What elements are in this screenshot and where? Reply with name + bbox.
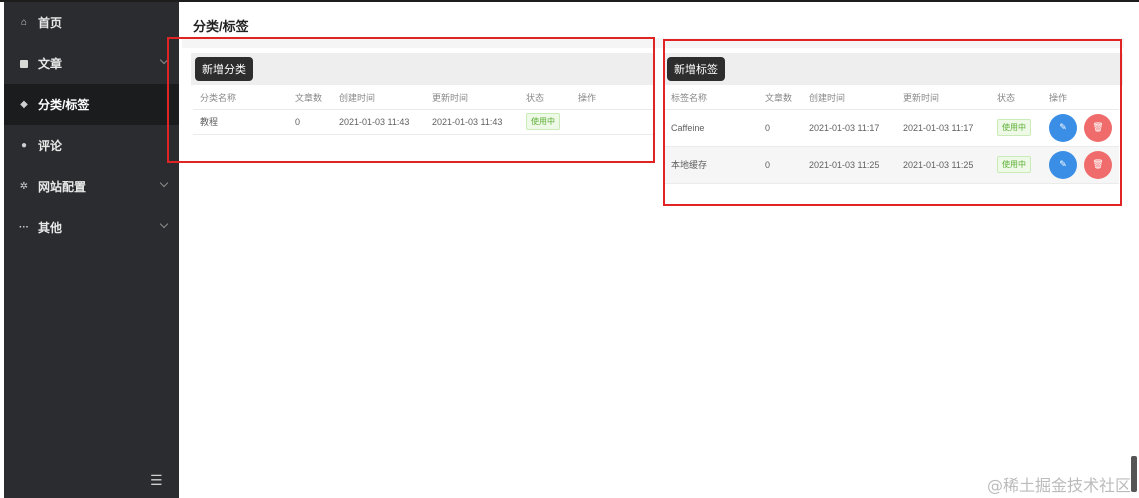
edit-button[interactable]: ✎ <box>1049 113 1077 142</box>
pencil-icon: ✎ <box>1059 159 1067 169</box>
column-header: 操作 <box>571 86 653 110</box>
table-row[interactable]: Caffeine 0 2021-01-03 11:17 2021-01-03 1… <box>664 109 1119 147</box>
chevron-down-icon <box>159 219 169 229</box>
chevron-down-icon <box>159 55 169 65</box>
watermark: @稀土掘金技术社区 <box>986 476 1131 495</box>
column-header[interactable]: 文章数 <box>288 86 332 110</box>
tag-icon: ◆ <box>20 99 28 110</box>
scrollbar-thumb[interactable] <box>1131 456 1137 492</box>
edit-button[interactable]: ✎ <box>1049 150 1077 179</box>
sidebar-item-label: 分类/标签 <box>38 98 90 112</box>
comment-icon: ● <box>20 140 28 151</box>
more-icon: ··· <box>19 222 29 233</box>
updated-time: 2021-01-03 11:43 <box>425 109 519 135</box>
table-header-row: 标签名称 文章数 创建时间 更新时间 状态 操作 <box>664 86 1119 110</box>
status-badge: 使用中 <box>997 156 1031 173</box>
home-icon: ⌂ <box>20 17 28 28</box>
column-header[interactable]: 状态 <box>990 86 1042 110</box>
created-time: 2021-01-03 11:43 <box>332 109 425 135</box>
category-toolbar <box>191 53 653 85</box>
column-header[interactable]: 更新时间 <box>896 86 990 110</box>
tag-name: Caffeine <box>664 109 758 147</box>
article-count: 0 <box>288 109 332 135</box>
created-time: 2021-01-03 11:17 <box>802 109 896 147</box>
category-table: 分类名称 文章数 创建时间 更新时间 状态 操作 教程 0 2021-01-03… <box>193 86 653 135</box>
status-cell: 使用中 <box>519 109 571 135</box>
column-header[interactable]: 状态 <box>519 86 571 110</box>
column-header[interactable]: 创建时间 <box>802 86 896 110</box>
column-header[interactable]: 标签名称 <box>664 86 758 110</box>
article-count: 0 <box>758 109 802 147</box>
sidebar-item-other[interactable]: ··· 其他 <box>4 207 179 248</box>
category-name: 教程 <box>193 109 288 135</box>
sidebar-item-label: 文章 <box>38 57 63 71</box>
table-header-row: 分类名称 文章数 创建时间 更新时间 状态 操作 <box>193 86 653 110</box>
trash-icon: 🗑 <box>1092 122 1104 132</box>
sidebar-item-label: 首页 <box>38 16 63 30</box>
table-row[interactable]: 教程 0 2021-01-03 11:43 2021-01-03 11:43 使… <box>193 109 653 135</box>
created-time: 2021-01-03 11:25 <box>802 146 896 184</box>
tag-name: 本地缓存 <box>664 146 758 184</box>
chevron-down-icon <box>159 178 169 188</box>
actions-cell: ✎ 🗑 <box>1042 146 1119 184</box>
status-cell: 使用中 <box>990 146 1042 184</box>
delete-button[interactable]: 🗑 <box>1084 113 1112 142</box>
sidebar-item-comments[interactable]: ● 评论 <box>4 125 179 166</box>
column-header[interactable]: 分类名称 <box>193 86 288 110</box>
page-title: 分类/标签 <box>193 19 249 34</box>
actions-cell: ✎ 🗑 <box>1042 109 1119 147</box>
tag-toolbar <box>664 53 1123 85</box>
app-window: ⌂ 首页 文章 ◆ 分类/标签 ● 评论 ✲ 网站配置 ··· 其他 ☰ 分类/… <box>0 0 1139 498</box>
actions-cell <box>571 109 653 135</box>
table-row[interactable]: 本地缓存 0 2021-01-03 11:25 2021-01-03 11:25… <box>664 146 1119 184</box>
status-cell: 使用中 <box>990 109 1042 147</box>
updated-time: 2021-01-03 11:25 <box>896 146 990 184</box>
sidebar-item-category-tag[interactable]: ◆ 分类/标签 <box>4 84 179 125</box>
sidebar-item-articles[interactable]: 文章 <box>4 43 179 84</box>
updated-time: 2021-01-03 11:17 <box>896 109 990 147</box>
status-badge: 使用中 <box>526 113 560 130</box>
tag-table: 标签名称 文章数 创建时间 更新时间 状态 操作 Caffeine 0 2021… <box>664 86 1119 184</box>
add-category-button[interactable]: 新增分类 <box>195 57 253 81</box>
content-strip <box>182 38 1124 48</box>
gear-icon: ✲ <box>19 181 29 192</box>
pencil-icon: ✎ <box>1059 122 1067 132</box>
column-header: 操作 <box>1042 86 1119 110</box>
sidebar-item-label: 网站配置 <box>38 180 87 194</box>
status-badge: 使用中 <box>997 119 1031 136</box>
sidebar-item-home[interactable]: ⌂ 首页 <box>4 2 179 43</box>
sidebar-item-site-config[interactable]: ✲ 网站配置 <box>4 166 179 207</box>
column-header[interactable]: 创建时间 <box>332 86 425 110</box>
document-icon <box>18 59 30 68</box>
sidebar-item-label: 评论 <box>38 139 63 153</box>
article-count: 0 <box>758 146 802 184</box>
column-header[interactable]: 文章数 <box>758 86 802 110</box>
delete-button[interactable]: 🗑 <box>1084 150 1112 179</box>
sidebar-item-label: 其他 <box>38 221 63 235</box>
add-tag-button[interactable]: 新增标签 <box>667 57 725 81</box>
trash-icon: 🗑 <box>1092 159 1104 169</box>
menu-toggle-icon[interactable]: ☰ <box>150 472 163 489</box>
column-header[interactable]: 更新时间 <box>425 86 519 110</box>
sidebar: ⌂ 首页 文章 ◆ 分类/标签 ● 评论 ✲ 网站配置 ··· 其他 ☰ <box>4 2 179 498</box>
